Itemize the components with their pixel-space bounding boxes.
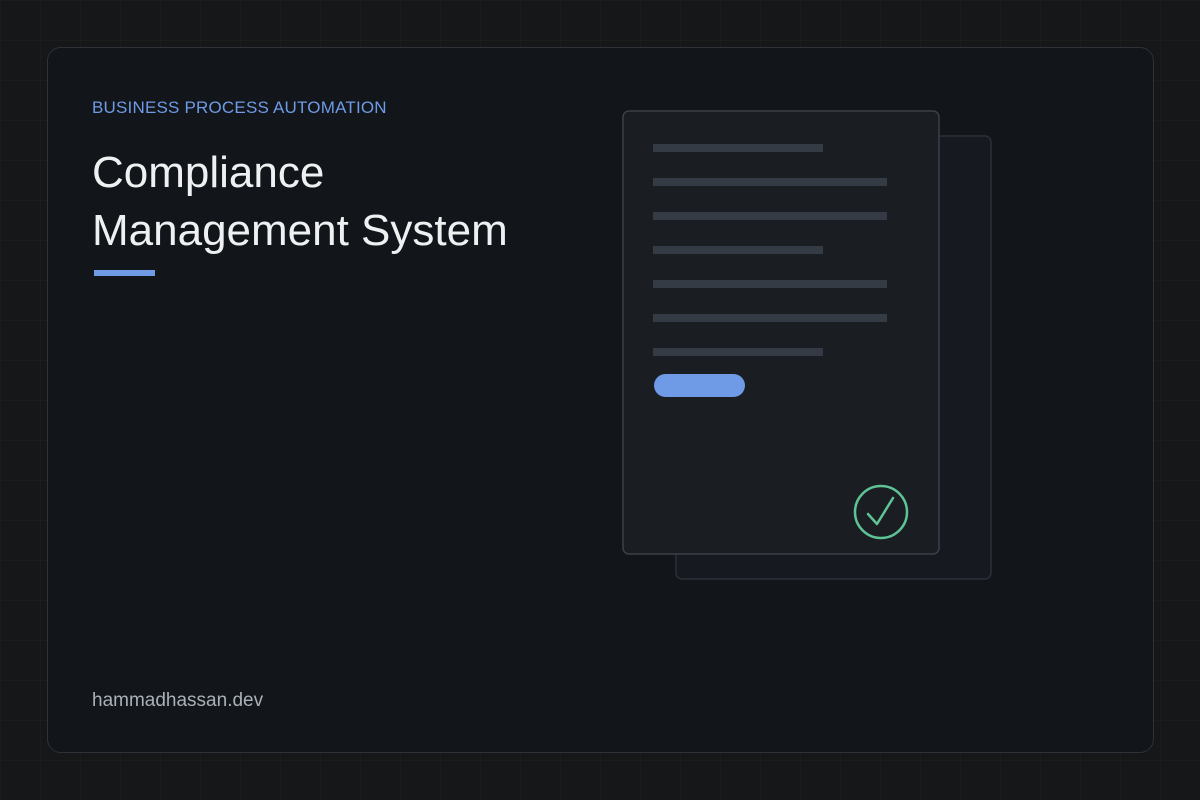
document-text-line: [653, 144, 823, 152]
document-text-line: [653, 212, 887, 220]
footer-domain-link[interactable]: hammadhassan.dev: [92, 690, 263, 712]
page-title-line-2: Management System: [92, 206, 508, 255]
document-text-line: [653, 348, 823, 356]
document-text-line: [653, 280, 887, 288]
page-title-line-1: Compliance: [92, 148, 325, 197]
title-accent-bar: [94, 270, 155, 276]
category-eyebrow: BUSINESS PROCESS AUTOMATION: [92, 98, 387, 117]
document-text-line: [653, 178, 887, 186]
document-text-line: [653, 314, 887, 322]
document-action-pill: [654, 374, 745, 397]
document-illustration: [622, 110, 992, 580]
page-background: BUSINESS PROCESS AUTOMATION Compliance M…: [0, 0, 1200, 800]
page-title: Compliance Management System: [92, 144, 508, 260]
document-text-line: [653, 246, 823, 254]
